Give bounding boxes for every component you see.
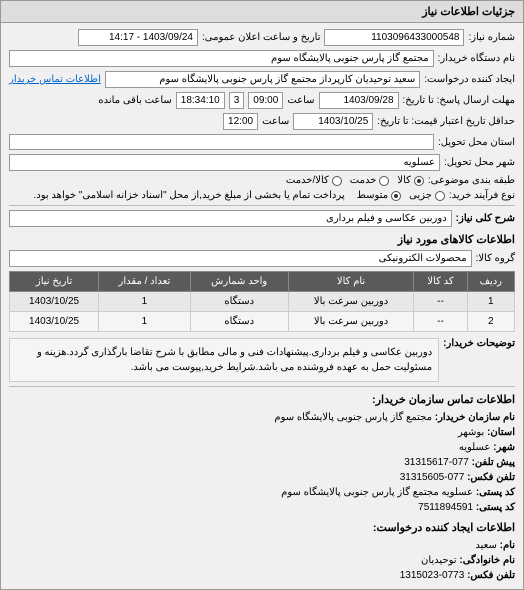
delivery-time: 12:00 — [223, 113, 258, 130]
creator-label: ایجاد کننده درخواست: — [424, 74, 515, 85]
desc-value: دوربین عکاسی و فیلم برداری.پیشنهادات فنی… — [9, 338, 439, 382]
radio-dot-icon — [414, 176, 424, 186]
table-col-header: نام کالا — [288, 272, 414, 292]
table-row[interactable]: 1--دوربین سرعت بالادستگاه11403/10/25 — [10, 292, 515, 312]
org-value: مجتمع گاز پارس جنوبی پالایشگاه سوم — [274, 412, 432, 423]
table-cell: 1 — [99, 292, 191, 312]
table-col-header: واحد شمارش — [190, 272, 288, 292]
group-label: گروه کالا: — [476, 253, 515, 264]
table-col-header: تاریخ نیاز — [10, 272, 99, 292]
table-cell: دوربین سرعت بالا — [288, 312, 414, 332]
c-city-label: شهر: — [493, 442, 515, 453]
table-cell: 1 — [467, 292, 514, 312]
desc-label: توضیحات خریدار: — [443, 338, 515, 349]
subject-type-label: طبقه بندی موضوعی: — [428, 175, 515, 186]
fname-value: سعید — [475, 540, 496, 551]
radio-kala[interactable]: کالا — [397, 175, 424, 186]
radio-dot-icon — [391, 191, 401, 201]
table-col-header: ردیف — [467, 272, 514, 292]
creator-value: سعید توحیدیان کارپرداز مجتمع گاز پارس جن… — [105, 71, 420, 88]
radio-service[interactable]: خدمت — [350, 175, 390, 186]
fname-label: نام: — [500, 540, 515, 551]
creator-contact-header: اطلاعات ایجاد کننده درخواست: — [9, 521, 515, 534]
postcode-label: کد پستی: — [476, 502, 515, 513]
announce-value: 1403/09/24 - 14:17 — [78, 29, 198, 46]
remaining-days: 3 — [229, 92, 245, 109]
deadline-time: 09:00 — [248, 92, 283, 109]
delivery-date: 1403/10/25 — [293, 113, 373, 130]
table-cell: 1403/10/25 — [10, 292, 99, 312]
table-col-header: کد کالا — [414, 272, 467, 292]
table-cell: دستگاه — [190, 312, 288, 332]
table-cell: دستگاه — [190, 292, 288, 312]
subject-type-radios: کالا خدمت کالا/خدمت — [286, 175, 424, 186]
group-value: محصولات الکترونیکی — [9, 250, 472, 267]
delivery-time-label: ساعت — [262, 116, 289, 127]
table-cell: -- — [414, 312, 467, 332]
goods-header: اطلاعات کالاهای مورد نیاز — [9, 233, 515, 246]
radio-dot-icon — [332, 176, 342, 186]
need-title-label: شرح کلی نیاز: — [456, 213, 515, 224]
org-label: نام سازمان خریدار: — [435, 412, 515, 423]
table-col-header: تعداد / مقدار — [99, 272, 191, 292]
table-cell: 1 — [99, 312, 191, 332]
buyer-label: نام دستگاه خریدار: — [438, 53, 515, 64]
prephone-value: 077-31315617 — [404, 457, 469, 468]
details-panel: جزئیات اطلاعات نیاز شماره نیاز: 11030964… — [0, 0, 524, 590]
radio-dot-icon — [379, 176, 389, 186]
radio-low[interactable]: جزیی — [409, 190, 445, 201]
need-title-value: دوربین عکاسی و فیلم برداری — [9, 210, 452, 227]
postcode-value: 7511894591 — [418, 502, 473, 513]
process-radios: جزیی متوسط — [357, 190, 445, 201]
remaining-time: 18:34:10 — [176, 92, 225, 109]
post-label: کد پستی: — [476, 487, 515, 498]
process-note: پرداخت تمام یا بخشی از مبلغ خرید,از محل … — [33, 190, 344, 201]
announce-label: تاریخ و ساعت اعلان عمومی: — [202, 32, 321, 43]
remaining-label: ساعت باقی مانده — [98, 95, 171, 106]
city-value: عسلویه — [9, 154, 440, 171]
radio-mid[interactable]: متوسط — [357, 190, 401, 201]
contact-header: اطلاعات تماس سازمان خریدار: — [9, 393, 515, 406]
c-province-value: بوشهر — [458, 427, 484, 438]
buyer-value: مجتمع گاز پارس جنوبی پالایشگاه سوم — [9, 50, 434, 67]
goods-table: ردیفکد کالانام کالاواحد شمارشتعداد / مقد… — [9, 271, 515, 332]
deadline-time-label: ساعت — [287, 95, 314, 106]
table-cell: 1403/10/25 — [10, 312, 99, 332]
divider — [9, 205, 515, 206]
lname-value: توحیدیان — [421, 555, 457, 566]
prephone-label: پیش تلفن: — [472, 457, 515, 468]
c-city-value: عسلویه — [459, 442, 491, 453]
number-label: شماره نیاز: — [468, 32, 515, 43]
table-cell: -- — [414, 292, 467, 312]
panel-header: جزئیات اطلاعات نیاز — [1, 1, 523, 23]
province-label: استان محل تحویل: — [438, 137, 515, 148]
city-label: شهر محل تحویل: — [444, 157, 515, 168]
deadline-label: مهلت ارسال پاسخ: تا تاریخ: — [403, 95, 515, 106]
radio-dot-icon — [435, 191, 445, 201]
table-cell: دوربین سرعت بالا — [288, 292, 414, 312]
post-value: عسلویه مجتمع گاز پارس جنوبی پالایشگاه سو… — [281, 487, 473, 498]
buyer-contact-link[interactable]: اطلاعات تماس خریدار — [9, 74, 101, 85]
divider — [9, 386, 515, 387]
c-province-label: استان: — [487, 427, 515, 438]
radio-both[interactable]: کالا/خدمت — [286, 175, 342, 186]
form-section: شماره نیاز: 1103096433000548 تاریخ و ساع… — [1, 23, 523, 589]
delivery-label: حداقل تاریخ اعتبار قیمت: تا تاریخ: — [377, 116, 515, 127]
table-cell: 2 — [467, 312, 514, 332]
table-row[interactable]: 2--دوربین سرعت بالادستگاه11403/10/25 — [10, 312, 515, 332]
deadline-date: 1403/09/28 — [319, 92, 399, 109]
lname-label: نام خانوادگی: — [459, 555, 515, 566]
process-label: نوع فرآیند خرید: — [449, 190, 515, 201]
number-value: 1103096433000548 — [324, 29, 464, 46]
fax-value: 077-31315605 — [400, 472, 465, 483]
province-value — [9, 134, 434, 150]
fax-label: تلفن فکس: — [467, 472, 515, 483]
